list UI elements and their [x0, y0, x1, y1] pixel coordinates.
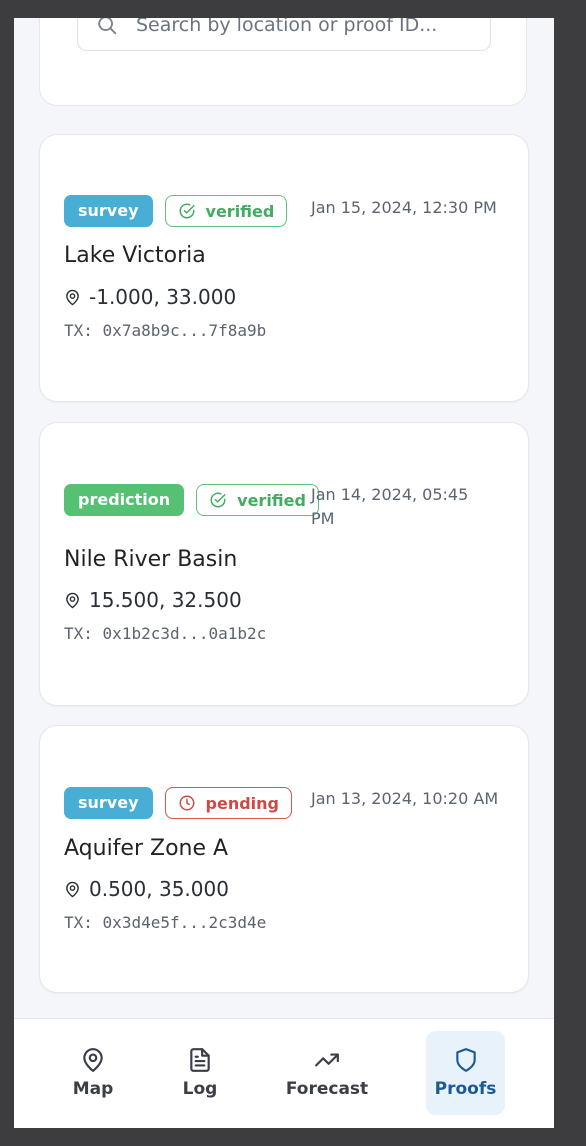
nav-item-map[interactable]: Map [58, 1031, 128, 1115]
tx-prefix: TX: [64, 913, 93, 932]
tx-start: 0x7a8b9c [102, 321, 180, 340]
proof-card[interactable]: survey pending Jan 13, 2024, 10:20 AM Aq… [39, 725, 529, 993]
type-badge: survey [64, 195, 153, 227]
proof-coordinates: 15.500, 32.500 [64, 588, 242, 612]
tx-prefix: TX: [64, 624, 93, 643]
proof-date: Jan 14, 2024, 05:45 PM [311, 485, 469, 528]
proof-title: Nile River Basin [64, 547, 238, 572]
status-label: verified [237, 490, 306, 510]
nav-label: Proofs [434, 1079, 497, 1099]
bottom-navigation: Map Log Forecast Proofs [14, 1018, 554, 1128]
proof-title: Lake Victoria [64, 243, 206, 268]
nav-item-proofs[interactable]: Proofs [426, 1031, 505, 1115]
shield-icon [455, 1048, 476, 1072]
document-icon [190, 1048, 210, 1072]
trending-up-icon [315, 1053, 339, 1067]
type-badge: survey [64, 787, 153, 819]
transaction-hash: TX: 0x1b2c3d...0a1b2c [64, 624, 266, 643]
map-pin-icon [66, 289, 79, 305]
map-pin-icon [66, 592, 79, 608]
search-box[interactable] [77, 18, 491, 51]
type-badge: prediction [64, 484, 185, 516]
tx-prefix: TX: [64, 321, 93, 340]
nav-item-forecast[interactable]: Forecast [280, 1031, 374, 1115]
app-screen: survey verified Jan 15, 2024, 12:30 PM L… [14, 18, 554, 1128]
proof-date: Jan 13, 2024, 10:20 AM [311, 789, 499, 808]
nav-item-log[interactable]: Log [170, 1031, 230, 1115]
tx-end: 2c3d4e [208, 913, 267, 932]
coordinates-label: 0.500, 35.000 [89, 877, 229, 901]
transaction-hash: TX: 0x3d4e5f...2c3d4e [64, 913, 266, 932]
map-pin-icon [83, 1048, 103, 1072]
nav-label: Log [182, 1079, 218, 1099]
status-label: verified [205, 201, 275, 221]
proof-coordinates: 0.500, 35.000 [64, 877, 229, 901]
tx-end: 7f8a9b [208, 321, 267, 340]
status-badge: verified [164, 195, 288, 227]
status-label: pending [205, 793, 279, 813]
search-card [39, 18, 527, 106]
check-circle-icon [179, 203, 195, 219]
proof-card[interactable]: prediction verified Jan 14, 2024, 05:45 … [39, 422, 529, 706]
proof-date: Jan 15, 2024, 12:30 PM [311, 198, 497, 217]
tx-ellipsis: ... [179, 624, 209, 643]
status-badge: pending [164, 787, 292, 819]
tx-ellipsis: ... [179, 321, 209, 340]
check-circle-icon [210, 492, 226, 508]
coordinates-label: -1.000, 33.000 [89, 285, 237, 309]
proof-coordinates: -1.000, 33.000 [64, 285, 236, 309]
transaction-hash: TX: 0x7a8b9c...7f8a9b [64, 321, 266, 340]
search-icon [98, 18, 117, 34]
tx-start: 0x1b2c3d [102, 624, 180, 643]
tx-ellipsis: ... [179, 913, 209, 932]
coordinates-label: 15.500, 32.500 [89, 588, 242, 612]
nav-label: Map [72, 1079, 114, 1099]
clock-icon [179, 795, 195, 811]
nav-label: Forecast [285, 1079, 369, 1099]
search-input[interactable] [136, 18, 466, 36]
proof-card[interactable]: survey verified Jan 15, 2024, 12:30 PM L… [39, 134, 529, 402]
proof-title: Aquifer Zone A [64, 836, 229, 861]
status-badge: verified [196, 484, 319, 516]
tx-end: 0a1b2c [208, 624, 267, 643]
map-pin-icon [66, 881, 79, 897]
tx-start: 0x3d4e5f [102, 913, 180, 932]
